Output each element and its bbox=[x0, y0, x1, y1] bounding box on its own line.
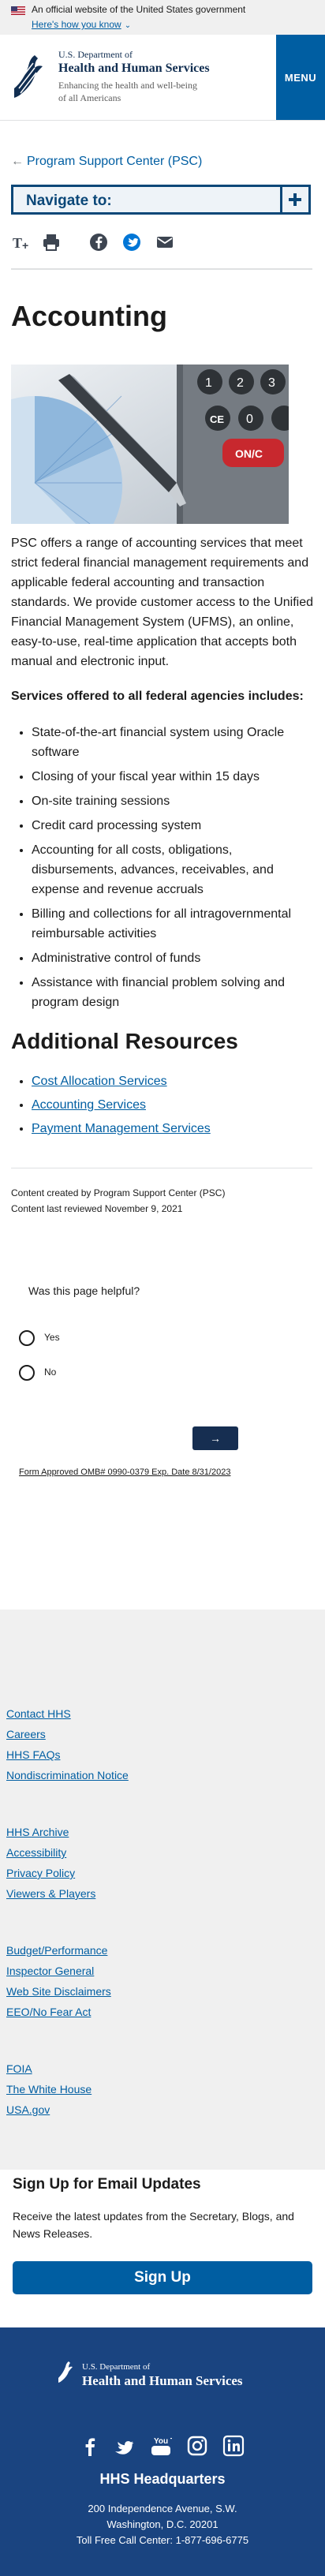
svg-text:1: 1 bbox=[205, 376, 212, 390]
list-item: Billing and collections for all intragov… bbox=[32, 904, 314, 944]
twitter-icon[interactable] bbox=[114, 2435, 136, 2457]
hhs-eagle-logo-icon[interactable] bbox=[11, 49, 49, 104]
list-item: On-site training sessions bbox=[32, 791, 314, 811]
footer-link-hhs-faqs[interactable]: HHS FAQs bbox=[6, 1748, 60, 1761]
heres-how-you-know-label: Here's how you know bbox=[32, 19, 121, 30]
list-item: Accounting for all costs, obligations, d… bbox=[32, 840, 314, 899]
gov-banner-text: An official website of the United States… bbox=[32, 4, 246, 15]
footer-link-privacy-policy[interactable]: Privacy Policy bbox=[6, 1867, 75, 1879]
footer-link-foia[interactable]: FOIA bbox=[6, 2062, 32, 2075]
breadcrumb-label: Program Support Center (PSC) bbox=[27, 155, 203, 168]
facebook-icon[interactable] bbox=[88, 232, 109, 252]
svg-text:3: 3 bbox=[268, 376, 275, 390]
feedback-yes-label: Yes bbox=[44, 1332, 60, 1343]
svg-text:2: 2 bbox=[237, 376, 244, 390]
footer-link-eeo-no-fear-act[interactable]: EEO/No Fear Act bbox=[6, 2006, 91, 2018]
services-heading: Services offered to all federal agencies… bbox=[11, 690, 304, 703]
hhs-headquarters-title: HHS Headquarters bbox=[99, 2471, 226, 2487]
footer-link-contact-hhs[interactable]: Contact HHS bbox=[6, 1707, 71, 1720]
address-line-2: Washington, D.C. 20201 bbox=[106, 2518, 219, 2530]
footer-link-web-site-disclaimers[interactable]: Web Site Disclaimers bbox=[6, 1985, 111, 1998]
footer-link-usa-gov[interactable]: USA.gov bbox=[6, 2103, 50, 2116]
us-flag-icon bbox=[11, 6, 25, 15]
footer-link-hhs-archive[interactable]: HHS Archive bbox=[6, 1826, 69, 1838]
svg-text:ON/C: ON/C bbox=[235, 447, 263, 460]
footer-link-inspector-general[interactable]: Inspector General bbox=[6, 1965, 94, 1977]
footer-dept-line-1: U.S. Department of bbox=[82, 2362, 151, 2372]
feedback-next-button[interactable]: → bbox=[192, 1426, 238, 1450]
resource-link-payment-management[interactable]: Payment Management Services bbox=[32, 1122, 211, 1135]
email-signup-heading: Sign Up for Email Updates bbox=[13, 2176, 201, 2193]
arrow-left-icon: ← bbox=[11, 155, 24, 168]
address-line-1: 200 Independence Avenue, S.W. bbox=[88, 2503, 237, 2514]
print-icon[interactable] bbox=[41, 232, 62, 252]
calculator-and-pie-chart-illustration: 1 2 3 CE 0 ON/C bbox=[11, 365, 289, 524]
resources-list: Cost Allocation Services Accounting Serv… bbox=[11, 1070, 211, 1141]
svg-text:0: 0 bbox=[246, 413, 253, 426]
dept-line-1: U.S. Department of bbox=[58, 49, 133, 60]
youtube-you-text: You Tube bbox=[154, 2437, 172, 2446]
menu-button[interactable]: MENU bbox=[276, 35, 325, 120]
call-center-number[interactable]: Toll Free Call Center: 1-877-696-6775 bbox=[0, 2534, 325, 2546]
content-last-reviewed: Content last reviewed November 9, 2021 bbox=[11, 1203, 183, 1214]
navigate-to-label: Navigate to: bbox=[26, 193, 112, 209]
list-item: Assistance with financial problem solvin… bbox=[32, 973, 314, 1012]
footer-link-white-house[interactable]: The White House bbox=[6, 2083, 92, 2096]
gov-banner: An official website of the United States… bbox=[0, 0, 325, 35]
svg-text:T: T bbox=[13, 235, 22, 251]
sign-up-button[interactable]: Sign Up bbox=[13, 2261, 312, 2294]
footer-links-section: Contact HHS Careers HHS FAQs Nondiscrimi… bbox=[0, 1610, 325, 2170]
list-item: Closing of your fiscal year within 15 da… bbox=[32, 767, 314, 787]
footer-link-nondiscrimination[interactable]: Nondiscrimination Notice bbox=[6, 1769, 129, 1782]
content-created-by: Content created by Program Support Cente… bbox=[11, 1187, 226, 1198]
twitter-icon[interactable] bbox=[121, 232, 142, 252]
feedback-question: Was this page helpful? bbox=[28, 1284, 140, 1297]
feedback-no-radio[interactable] bbox=[19, 1365, 35, 1381]
footer-link-budget-performance[interactable]: Budget/Performance bbox=[6, 1944, 107, 1957]
svg-text:CE: CE bbox=[210, 413, 224, 425]
navigate-to-toggle[interactable]: Navigate to: bbox=[11, 185, 311, 215]
heres-how-you-know-link[interactable]: Here's how you know ⌄ bbox=[32, 19, 131, 30]
text-size-icon[interactable]: T + bbox=[13, 232, 33, 252]
youtube-icon[interactable]: You Tube bbox=[150, 2435, 172, 2457]
instagram-icon[interactable] bbox=[186, 2435, 208, 2457]
email-signup-text: Receive the latest updates from the Secr… bbox=[13, 2210, 294, 2240]
dept-tagline: Enhancing the health and well-being of a… bbox=[58, 80, 197, 103]
services-list: State-of-the-art financial system using … bbox=[11, 723, 314, 1017]
omb-form-link[interactable]: Form Approved OMB# 0990-0379 Exp. Date 8… bbox=[19, 1467, 230, 1477]
list-item: Credit card processing system bbox=[32, 816, 314, 836]
facebook-icon[interactable] bbox=[79, 2435, 101, 2457]
email-icon[interactable] bbox=[155, 232, 175, 252]
plus-icon bbox=[280, 187, 308, 212]
footer-link-accessibility[interactable]: Accessibility bbox=[6, 1846, 66, 1859]
additional-resources-heading: Additional Resources bbox=[11, 1029, 238, 1053]
site-footer: U.S. Department of Health and Human Serv… bbox=[0, 2327, 325, 2576]
accounting-hero-image: 1 2 3 CE 0 ON/C bbox=[11, 365, 289, 524]
feedback-yes-radio[interactable] bbox=[19, 1330, 35, 1346]
intro-paragraph: PSC offers a range of accounting service… bbox=[11, 537, 313, 668]
breadcrumb[interactable]: ← Program Support Center (PSC) bbox=[11, 155, 202, 169]
feedback-no-label: No bbox=[44, 1367, 57, 1378]
resource-link-accounting-services[interactable]: Accounting Services bbox=[32, 1098, 146, 1112]
hhs-eagle-logo-icon[interactable] bbox=[57, 2359, 77, 2384]
footer-link-viewers-players[interactable]: Viewers & Players bbox=[6, 1887, 95, 1900]
dept-name[interactable]: Health and Human Services bbox=[58, 62, 210, 76]
page-title: Accounting bbox=[11, 300, 167, 332]
list-item: State-of-the-art financial system using … bbox=[32, 723, 314, 762]
footer-dept-name[interactable]: Health and Human Services bbox=[82, 2373, 243, 2389]
linkedin-icon[interactable] bbox=[222, 2435, 245, 2457]
svg-text:+: + bbox=[22, 239, 28, 252]
chevron-down-icon: ⌄ bbox=[124, 21, 132, 30]
divider bbox=[11, 268, 312, 270]
footer-link-careers[interactable]: Careers bbox=[6, 1728, 46, 1740]
list-item: Administrative control of funds bbox=[32, 948, 314, 968]
site-header: U.S. Department of Health and Human Serv… bbox=[0, 35, 325, 121]
resource-link-cost-allocation[interactable]: Cost Allocation Services bbox=[32, 1075, 167, 1088]
